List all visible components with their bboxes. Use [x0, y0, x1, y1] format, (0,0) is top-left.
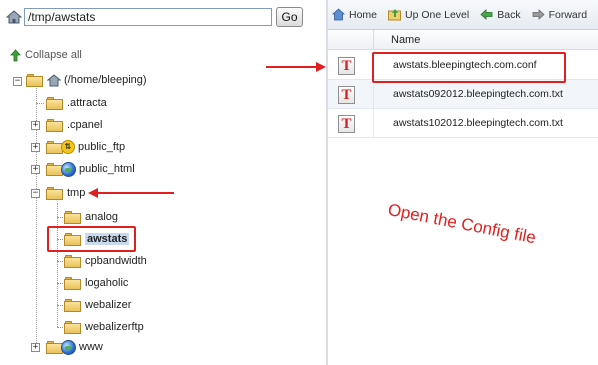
- tree-item-label: tmp: [67, 187, 86, 199]
- home-label: Home: [349, 8, 378, 21]
- tree-item-label: .cpanel: [67, 119, 103, 131]
- folder-icon: [46, 96, 64, 110]
- tree-item-public-html[interactable]: public_html: [46, 160, 135, 178]
- file-icon-cell: T: [328, 51, 374, 79]
- folder-icon: [46, 118, 64, 132]
- tree-item-cpanel[interactable]: .cpanel: [46, 116, 102, 134]
- file-list-header: Name: [328, 30, 598, 50]
- annotation-arrow-file: [266, 62, 326, 72]
- back-button[interactable]: Back: [480, 8, 521, 21]
- up-one-level-label: Up One Level: [405, 8, 470, 21]
- go-button[interactable]: Go: [276, 7, 303, 27]
- highlight-box: [372, 52, 566, 83]
- tree-item-label: www: [79, 341, 103, 353]
- text-file-icon: T: [338, 57, 355, 75]
- file-name: awstats092012.bleepingtech.com.txt: [393, 88, 563, 100]
- file-icon-cell: T: [328, 109, 374, 137]
- path-bar: Go: [5, 7, 321, 29]
- globe-icon: [61, 161, 76, 177]
- tree-item-label: public_ftp: [78, 141, 126, 153]
- icon-column-header: [328, 30, 374, 50]
- ftp-icon: ⇅: [61, 140, 75, 154]
- collapse-all-label: Collapse all: [25, 49, 82, 61]
- file-list-pane: Home Up One Level Back Forward Name T aw…: [328, 0, 598, 365]
- tree-item-label: cpbandwidth: [85, 255, 147, 267]
- tree-item-label: logaholic: [85, 277, 129, 289]
- expand-toggle[interactable]: +: [31, 343, 40, 352]
- tree-item-label: public_html: [79, 163, 135, 175]
- forward-arrow-icon: [532, 8, 545, 21]
- name-column-header[interactable]: Name: [391, 34, 420, 46]
- tree-item-label: analog: [85, 211, 119, 223]
- tree-item-logaholic[interactable]: logaholic: [64, 274, 128, 292]
- path-input[interactable]: [24, 8, 272, 26]
- folder-icon: [64, 210, 82, 224]
- file-row[interactable]: T awstats102012.bleepingtech.com.txt: [328, 109, 598, 138]
- root-collapse-toggle[interactable]: −: [13, 77, 22, 86]
- open-folder-icon: [46, 186, 64, 200]
- home-button[interactable]: Home: [331, 8, 378, 21]
- file-row[interactable]: T awstats092012.bleepingtech.com.txt: [328, 80, 598, 109]
- expand-toggle[interactable]: +: [31, 165, 40, 174]
- toolbar: Home Up One Level Back Forward: [328, 0, 598, 30]
- tree-item-label: webalizerftp: [85, 321, 144, 333]
- expand-toggle[interactable]: +: [31, 143, 40, 152]
- tree-root[interactable]: (/home/bleeping): [26, 71, 147, 89]
- directory-tree-pane: Go Collapse all − (/home/bleeping): [0, 0, 327, 365]
- home-icon[interactable]: [5, 10, 23, 24]
- tree-item-webalizerftp[interactable]: webalizerftp: [64, 318, 144, 336]
- back-arrow-icon: [480, 8, 493, 21]
- tree-item-cpbandwidth[interactable]: cpbandwidth: [64, 252, 147, 270]
- tree-item-attracta[interactable]: .attracta: [46, 94, 107, 112]
- collapse-arrow-icon: [10, 48, 21, 62]
- text-file-icon: T: [338, 115, 355, 133]
- tree-item-label: webalizer: [85, 299, 132, 311]
- collapse-all-link[interactable]: Collapse all: [10, 47, 82, 63]
- annotation-arrow-tmp: [88, 188, 174, 198]
- globe-icon: [61, 339, 76, 355]
- forward-label: Forward: [548, 8, 588, 21]
- up-one-level-button[interactable]: Up One Level: [388, 8, 469, 21]
- tree-root-label: (/home/bleeping): [64, 74, 147, 86]
- highlight-box: [47, 226, 136, 252]
- home-icon: [331, 8, 346, 21]
- text-file-icon: T: [338, 86, 355, 104]
- home-icon: [46, 73, 62, 87]
- up-folder-icon: [388, 8, 402, 21]
- tree-item-public-ftp[interactable]: ⇅ public_ftp: [46, 138, 125, 156]
- forward-button[interactable]: Forward: [532, 8, 588, 21]
- expand-toggle[interactable]: +: [31, 121, 40, 130]
- folder-icon: [64, 276, 82, 290]
- tree-item-www[interactable]: www: [46, 338, 103, 356]
- tree-item-label: .attracta: [67, 97, 107, 109]
- tree-item-webalizer[interactable]: webalizer: [64, 296, 131, 314]
- collapse-toggle[interactable]: −: [31, 189, 40, 198]
- open-folder-icon: [26, 73, 44, 87]
- folder-icon: [64, 320, 82, 334]
- file-icon-cell: T: [328, 80, 374, 108]
- folder-icon: [64, 254, 82, 268]
- file-name: awstats102012.bleepingtech.com.txt: [393, 117, 563, 129]
- tree-item-tmp[interactable]: tmp: [46, 184, 85, 202]
- folder-icon: [64, 298, 82, 312]
- back-label: Back: [497, 8, 521, 21]
- tree-item-analog[interactable]: analog: [64, 208, 118, 226]
